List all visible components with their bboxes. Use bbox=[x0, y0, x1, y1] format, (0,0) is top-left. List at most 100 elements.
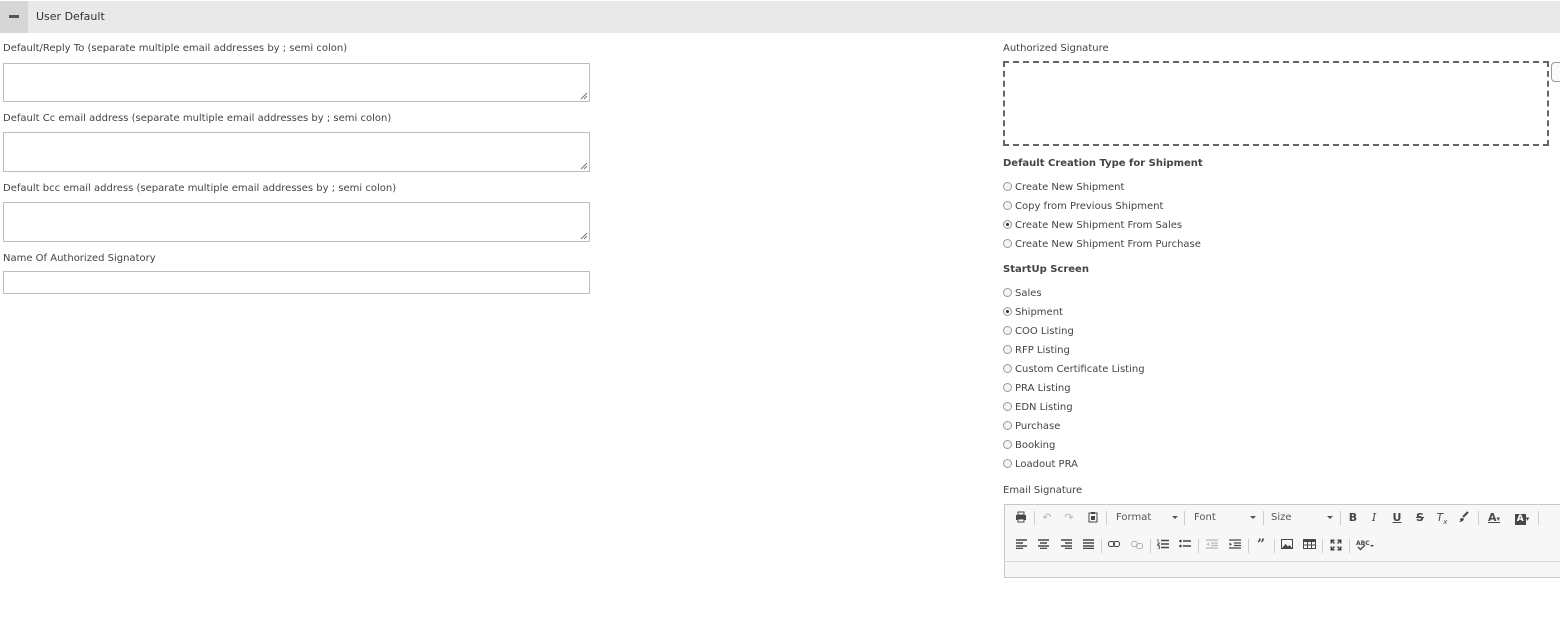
signatory-label: Name Of Authorized Signatory bbox=[3, 253, 156, 264]
toolbar-separator bbox=[1106, 511, 1107, 525]
toolbar-separator bbox=[1198, 539, 1199, 553]
bcc-textarea[interactable] bbox=[3, 202, 590, 242]
radio-label: Loadout PRA bbox=[1015, 459, 1078, 470]
toolbar-separator bbox=[1274, 539, 1275, 553]
resize-grip-icon[interactable] bbox=[580, 162, 588, 170]
toolbar-separator bbox=[1340, 511, 1341, 525]
radio-button[interactable] bbox=[1003, 345, 1012, 354]
numbered-list-icon[interactable] bbox=[1156, 539, 1170, 553]
outdent-icon[interactable] bbox=[1205, 539, 1219, 553]
print-icon[interactable] bbox=[1014, 511, 1028, 527]
toolbar-separator bbox=[1101, 539, 1102, 553]
cc-textarea[interactable] bbox=[3, 132, 590, 172]
bcc-label: Default bcc email address (separate mult… bbox=[3, 183, 397, 194]
radio-label: Custom Certificate Listing bbox=[1015, 364, 1145, 375]
align-left-icon[interactable] bbox=[1014, 539, 1028, 553]
remove-format-icon[interactable]: Tx bbox=[1435, 511, 1449, 529]
size-dropdown[interactable]: Size bbox=[1271, 512, 1333, 523]
radio-button[interactable] bbox=[1003, 239, 1012, 248]
radio-button[interactable] bbox=[1003, 421, 1012, 430]
radio-label: Purchase bbox=[1015, 421, 1061, 432]
radio-label: Copy from Previous Shipment bbox=[1015, 201, 1164, 212]
toolbar-separator bbox=[1034, 511, 1035, 525]
format-dropdown[interactable]: Format bbox=[1116, 512, 1178, 523]
toolbar-separator bbox=[1263, 511, 1264, 525]
resize-grip-icon[interactable] bbox=[580, 232, 588, 240]
cc-label: Default Cc email address (separate multi… bbox=[3, 113, 392, 124]
strikethrough-icon[interactable]: S bbox=[1413, 511, 1427, 525]
undo-icon[interactable]: ↶ bbox=[1040, 511, 1054, 525]
radio-button[interactable] bbox=[1003, 364, 1012, 373]
chevron-down-icon bbox=[1172, 516, 1178, 519]
bulleted-list-icon[interactable] bbox=[1178, 539, 1192, 553]
signature-dropzone[interactable] bbox=[1003, 61, 1549, 146]
radio-label: Create New Shipment From Purchase bbox=[1015, 239, 1201, 250]
radio-label: Create New Shipment From Sales bbox=[1015, 220, 1183, 231]
spellcheck-icon[interactable]: ABC bbox=[1356, 539, 1376, 555]
align-right-icon[interactable] bbox=[1059, 539, 1073, 553]
radio-label: EDN Listing bbox=[1015, 402, 1073, 413]
radio-button[interactable] bbox=[1003, 288, 1012, 297]
chevron-down-icon bbox=[1250, 516, 1256, 519]
reply-to-textarea[interactable] bbox=[3, 63, 590, 102]
collapse-button[interactable] bbox=[0, 1, 28, 33]
toolbar-separator bbox=[1184, 511, 1185, 525]
resize-grip-icon[interactable] bbox=[580, 92, 588, 100]
radio-button-selected[interactable] bbox=[1003, 307, 1012, 316]
radio-button[interactable] bbox=[1003, 459, 1012, 468]
blockquote-icon[interactable]: ” bbox=[1254, 538, 1268, 552]
paintbrush-icon[interactable] bbox=[1457, 511, 1471, 527]
link-icon[interactable] bbox=[1107, 539, 1121, 553]
radio-button[interactable] bbox=[1003, 201, 1012, 210]
signature-side-button[interactable] bbox=[1551, 62, 1560, 82]
font-dropdown[interactable]: Font bbox=[1194, 512, 1256, 523]
justify-icon[interactable] bbox=[1081, 539, 1095, 553]
chevron-down-icon bbox=[1327, 516, 1333, 519]
radio-button-selected[interactable] bbox=[1003, 220, 1012, 229]
toolbar-divider bbox=[1004, 561, 1560, 562]
radio-button[interactable] bbox=[1003, 383, 1012, 392]
signatory-input[interactable] bbox=[3, 271, 590, 294]
startup-screen-label: StartUp Screen bbox=[1003, 264, 1089, 275]
authorized-signature-label: Authorized Signature bbox=[1003, 43, 1109, 54]
radio-label: RFP Listing bbox=[1015, 345, 1070, 356]
radio-label: COO Listing bbox=[1015, 326, 1074, 337]
bold-icon[interactable]: B bbox=[1346, 511, 1360, 525]
font-dropdown-label: Font bbox=[1194, 512, 1216, 523]
radio-button[interactable] bbox=[1003, 402, 1012, 411]
radio-label: Shipment bbox=[1015, 307, 1063, 318]
size-dropdown-label: Size bbox=[1271, 512, 1292, 523]
reply-to-label: Default/Reply To (separate multiple emai… bbox=[3, 43, 348, 54]
underline-icon[interactable]: U bbox=[1390, 511, 1404, 525]
text-color-icon[interactable]: A▾ bbox=[1484, 511, 1504, 526]
creation-type-label: Default Creation Type for Shipment bbox=[1003, 158, 1203, 169]
radio-label: PRA Listing bbox=[1015, 383, 1071, 394]
radio-label: Create New Shipment bbox=[1015, 182, 1125, 193]
radio-button[interactable] bbox=[1003, 182, 1012, 191]
unlink-icon[interactable] bbox=[1130, 539, 1144, 553]
background-color-icon[interactable]: A ▾ bbox=[1512, 511, 1532, 526]
toolbar-separator bbox=[1538, 511, 1539, 525]
radio-button[interactable] bbox=[1003, 440, 1012, 449]
image-icon[interactable] bbox=[1280, 539, 1294, 553]
minus-icon bbox=[9, 15, 19, 18]
indent-icon[interactable] bbox=[1228, 539, 1242, 553]
toolbar-separator bbox=[1150, 539, 1151, 553]
radio-label: Booking bbox=[1015, 440, 1056, 451]
paste-icon[interactable] bbox=[1086, 511, 1100, 527]
section-title: User Default bbox=[36, 10, 105, 23]
toolbar-separator bbox=[1248, 539, 1249, 553]
radio-button[interactable] bbox=[1003, 326, 1012, 335]
italic-icon[interactable]: I bbox=[1367, 511, 1381, 525]
email-signature-content[interactable] bbox=[1004, 577, 1560, 625]
redo-icon[interactable]: ↷ bbox=[1062, 511, 1076, 525]
toolbar-separator bbox=[1349, 539, 1350, 553]
radio-label: Sales bbox=[1015, 288, 1042, 299]
align-center-icon[interactable] bbox=[1036, 539, 1050, 553]
email-signature-label: Email Signature bbox=[1003, 485, 1083, 496]
maximize-icon[interactable] bbox=[1329, 539, 1343, 555]
table-icon[interactable] bbox=[1302, 539, 1316, 553]
toolbar-separator bbox=[1478, 511, 1479, 525]
section-header: User Default bbox=[0, 1, 1560, 33]
toolbar-separator bbox=[1322, 539, 1323, 553]
